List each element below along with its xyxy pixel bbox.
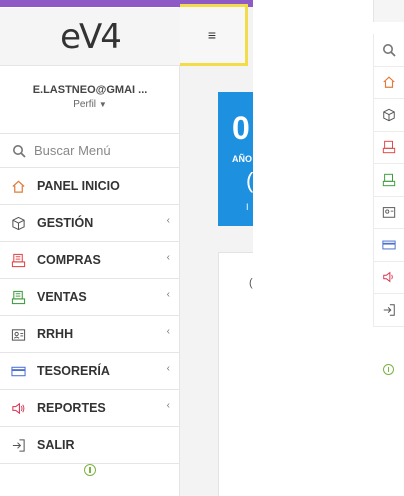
sidebar-item-label: COMPRAS bbox=[37, 253, 101, 267]
rail-item-search[interactable] bbox=[373, 34, 404, 67]
cube-icon bbox=[10, 215, 26, 231]
rail-item-gestion[interactable] bbox=[373, 99, 404, 132]
card-label: AÑO bbox=[232, 154, 252, 164]
home-icon bbox=[383, 76, 395, 89]
sidebar-item-rrhh[interactable]: RRHH ‹ bbox=[0, 316, 180, 353]
sign-in-icon bbox=[10, 437, 26, 453]
menu-toggle-button[interactable]: ≡ bbox=[180, 4, 248, 66]
collapsed-header bbox=[373, 0, 404, 22]
sidebar-item-compras[interactable]: COMPRAS ‹ bbox=[0, 242, 180, 279]
sidebar-item-gestion[interactable]: GESTIÓN ‹ bbox=[0, 205, 180, 242]
chevron-left-icon: ‹ bbox=[166, 252, 170, 263]
content-panel: ( bbox=[218, 252, 253, 496]
chevron-left-icon: ‹ bbox=[166, 363, 170, 374]
megaphone-icon bbox=[383, 271, 393, 283]
register-icon bbox=[10, 289, 26, 305]
rail-item-rrhh[interactable] bbox=[373, 196, 404, 229]
caret-down-icon: ▼ bbox=[98, 100, 107, 109]
online-status-icon bbox=[84, 464, 96, 476]
home-icon bbox=[10, 178, 26, 194]
chevron-left-icon: ‹ bbox=[166, 289, 170, 300]
sidebar-item-tesoreria[interactable]: TESORERÍA ‹ bbox=[0, 353, 180, 390]
credit-card-icon bbox=[382, 240, 396, 250]
online-status-icon bbox=[383, 364, 394, 375]
card-value-secondary: ( bbox=[246, 168, 253, 193]
rail-item-panel-inicio[interactable] bbox=[373, 66, 404, 99]
profile-link[interactable]: Perfil ▼ bbox=[0, 99, 180, 110]
chevron-left-icon: ‹ bbox=[166, 326, 170, 337]
sidebar-item-label: GESTIÓN bbox=[37, 216, 94, 230]
chevron-left-icon: ‹ bbox=[166, 400, 170, 411]
sidebar-collapsed-view bbox=[253, 0, 404, 496]
chevron-left-icon: ‹ bbox=[166, 215, 170, 226]
megaphone-icon bbox=[10, 400, 26, 416]
search-input[interactable]: Buscar Menú bbox=[34, 143, 111, 158]
rail-item-compras[interactable] bbox=[373, 131, 404, 164]
main-content: ≡ 0 AÑO ( I ( bbox=[180, 0, 253, 496]
rail-item-ventas[interactable] bbox=[373, 164, 404, 197]
register-icon bbox=[10, 252, 26, 268]
sidebar-item-reportes[interactable]: REPORTES ‹ bbox=[0, 390, 180, 427]
card-sublabel: I bbox=[246, 202, 249, 212]
top-accent-bar bbox=[0, 0, 180, 7]
sidebar-item-panel-inicio[interactable]: PANEL INICIO bbox=[0, 168, 180, 205]
profile-label: Perfil bbox=[73, 99, 97, 110]
rail-item-salir[interactable] bbox=[373, 294, 404, 327]
id-card-icon bbox=[10, 326, 26, 342]
search-icon bbox=[13, 144, 26, 158]
card-value: 0 bbox=[232, 110, 250, 146]
sidebar-item-label: TESORERÍA bbox=[37, 364, 110, 378]
rail-item-reportes[interactable] bbox=[373, 261, 404, 294]
credit-card-icon bbox=[10, 363, 26, 379]
sidebar-item-label: PANEL INICIO bbox=[37, 179, 120, 193]
sidebar-item-ventas[interactable]: VENTAS ‹ bbox=[0, 279, 180, 316]
sidebar-icon-rail bbox=[373, 34, 404, 327]
hamburger-icon: ≡ bbox=[207, 27, 217, 43]
register-icon bbox=[382, 173, 396, 186]
sidebar-item-label: VENTAS bbox=[37, 290, 87, 304]
search-icon bbox=[383, 43, 396, 57]
sidebar-item-label: REPORTES bbox=[37, 401, 106, 415]
sidebar-expanded: eV4 E.LASTNEO@GMAI ... Perfil ▼ Buscar M… bbox=[0, 0, 180, 496]
sidebar-menu: PANEL INICIO GESTIÓN ‹ COMPRAS ‹ VENTAS … bbox=[0, 168, 180, 464]
sidebar-item-label: RRHH bbox=[37, 327, 74, 341]
rail-item-tesoreria[interactable] bbox=[373, 229, 404, 262]
user-email: E.LASTNEO@GMAI ... bbox=[32, 84, 148, 96]
cube-icon bbox=[383, 108, 395, 121]
sidebar-item-label: SALIR bbox=[37, 438, 75, 452]
app-logo[interactable]: eV4 bbox=[0, 8, 180, 66]
sign-in-icon bbox=[383, 304, 395, 316]
id-card-icon bbox=[382, 207, 396, 218]
logo-text: eV4 bbox=[60, 16, 122, 57]
user-profile-block: E.LASTNEO@GMAI ... Perfil ▼ bbox=[0, 66, 180, 134]
summary-card[interactable]: 0 AÑO ( I bbox=[218, 92, 253, 226]
sidebar-item-salir[interactable]: SALIR bbox=[0, 427, 180, 464]
menu-search[interactable]: Buscar Menú bbox=[0, 134, 180, 168]
register-icon bbox=[382, 141, 396, 154]
